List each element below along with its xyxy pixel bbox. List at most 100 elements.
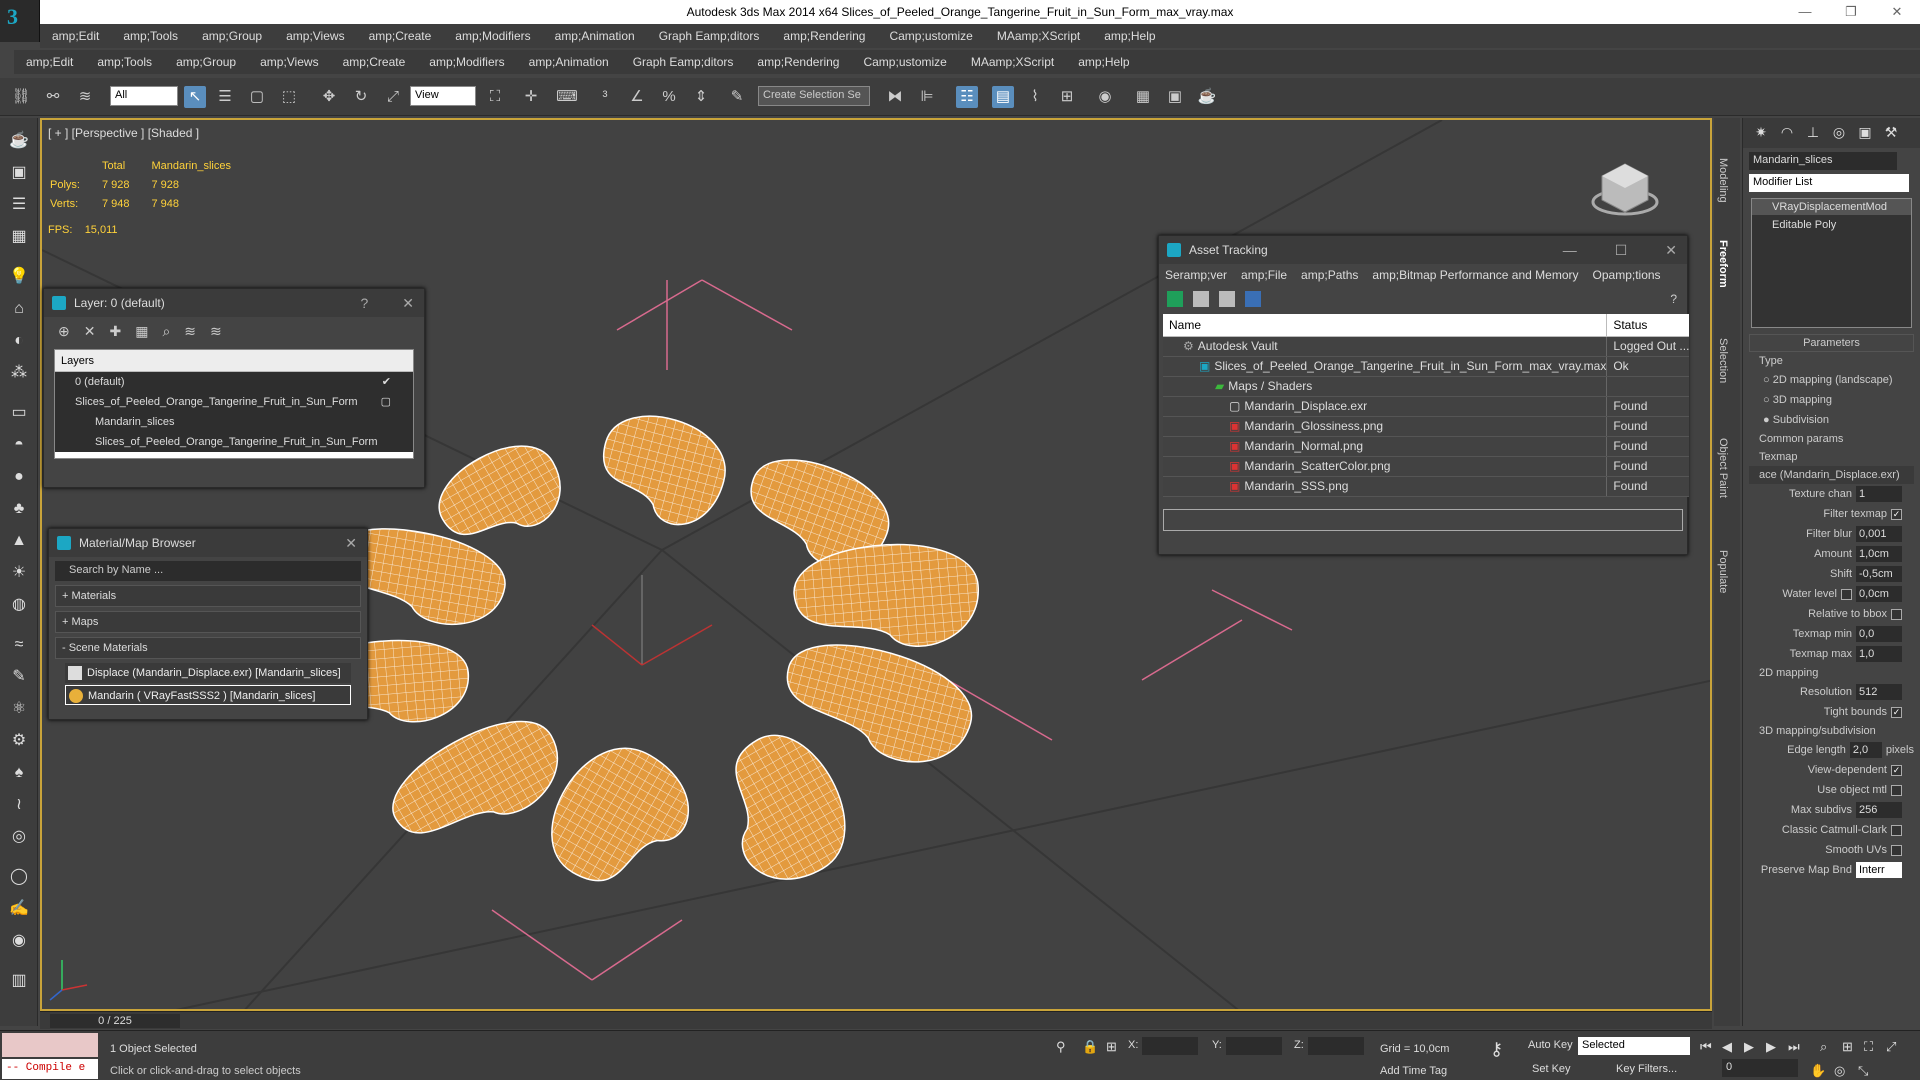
filter-texmap-checkbox[interactable]: ✓ — [1891, 508, 1902, 520]
sphere-icon[interactable]: ● — [8, 466, 30, 488]
asset-menu-item[interactable]: amp;Bitmap Performance and Memory — [1372, 268, 1578, 282]
modifier-list-dropdown[interactable]: Modifier List — [1749, 174, 1909, 192]
light-icon[interactable]: 💡 — [8, 266, 30, 288]
keyboard-shortcut-icon[interactable]: ⌨ — [556, 86, 578, 108]
lock-icon[interactable]: 🔒 — [1082, 1039, 1098, 1055]
zoom-all-icon[interactable]: ⊞ — [1842, 1039, 1853, 1055]
snap-toggle-icon[interactable]: ³ — [594, 86, 616, 108]
list-view-icon[interactable] — [1193, 291, 1209, 307]
menu-item[interactable]: amp;Edit — [14, 55, 85, 69]
menu-item[interactable]: amp;Modifiers — [443, 29, 542, 43]
asset-row[interactable]: ▢ Mandarin_Displace.exr Found — [1163, 396, 1690, 417]
menu-item[interactable]: amp;Views — [248, 55, 330, 69]
disc-icon[interactable]: ◍ — [8, 594, 30, 616]
maximize-viewport-icon[interactable]: ⤡ — [1858, 1063, 1868, 1079]
set-key-button[interactable]: Set Key — [1532, 1063, 1571, 1075]
menu-item[interactable]: Camp;ustomize — [877, 29, 984, 43]
select-object-icon[interactable]: ↖ — [184, 86, 206, 108]
pan-icon[interactable]: ✋ — [1810, 1063, 1826, 1079]
select-by-name-icon[interactable]: ☰ — [214, 86, 236, 108]
shell-icon[interactable]: ◎ — [8, 826, 30, 848]
asset-row[interactable]: ▣ Slices_of_Peeled_Orange_Tangerine_Fruit… — [1163, 356, 1690, 377]
menu-item[interactable]: Camp;ustomize — [851, 55, 958, 69]
menu-item[interactable]: Graph Eamp;ditors — [621, 55, 746, 69]
paint-icon[interactable]: ✎ — [8, 666, 30, 688]
asset-menu-item[interactable]: amp;File — [1241, 268, 1287, 282]
gear-icon[interactable]: ⚙ — [8, 730, 30, 752]
modify-tab-icon[interactable]: ◠ — [1777, 122, 1797, 142]
cone-icon[interactable]: ▲ — [8, 530, 30, 552]
texture-chan-spinner[interactable]: 1 — [1856, 486, 1902, 502]
zoom-extents-icon[interactable]: ⛶ — [1864, 1039, 1873, 1055]
y-coordinate-input[interactable] — [1226, 1037, 1282, 1055]
texmap-button[interactable]: ace (Mandarin_Displace.exr) — [1749, 466, 1914, 484]
add-to-layer-icon[interactable]: ✚ — [109, 323, 121, 340]
mirror-icon[interactable]: ⧓ — [884, 86, 906, 108]
catmull-clark-checkbox[interactable] — [1891, 824, 1902, 836]
scale-icon[interactable]: ⤢ — [382, 86, 404, 108]
absolute-mode-icon[interactable]: ⊞ — [1106, 1039, 1117, 1055]
key-icon[interactable]: ⚷ — [1490, 1039, 1503, 1060]
selection-filter-dropdown[interactable]: All — [110, 86, 178, 106]
material-editor-icon[interactable]: ◉ — [1094, 86, 1116, 108]
menu-item[interactable]: amp;Create — [331, 55, 418, 69]
isolate-icon[interactable]: ⚲ — [1056, 1039, 1066, 1055]
zoom-icon[interactable]: ⌕ — [1820, 1039, 1827, 1055]
select-layer-icon[interactable]: ▦ — [135, 323, 148, 340]
hierarchy-tab-icon[interactable]: ⊥ — [1803, 122, 1823, 142]
smooth-uvs-checkbox[interactable] — [1891, 844, 1902, 856]
active-layer-check-icon[interactable]: ✔ — [382, 372, 391, 392]
move-icon[interactable]: ✥ — [318, 86, 340, 108]
filter-blur-spinner[interactable]: 0,001 — [1856, 526, 1902, 542]
menu-item[interactable]: amp;Rendering — [745, 55, 851, 69]
fur-icon[interactable]: ♣ — [8, 498, 30, 520]
teapot-icon[interactable]: ☕ — [8, 130, 30, 152]
stack-item-vraydisplacement[interactable]: VRayDisplacementMod — [1752, 199, 1911, 215]
go-to-start-icon[interactable]: ⏮ — [1700, 1039, 1712, 1055]
layer-panel-close-icon[interactable]: ✕ — [402, 295, 414, 312]
current-frame-input[interactable]: 0 — [1722, 1059, 1798, 1077]
pivot-icon[interactable]: ⛶ — [484, 86, 506, 108]
helper-icon[interactable]: ◐ — [8, 330, 30, 352]
sun-icon[interactable]: ☀ — [8, 562, 30, 584]
viewport-label[interactable]: [ + ] [Perspective ] [Shaded ] — [48, 126, 199, 140]
max-subdivs-spinner[interactable]: 256 — [1856, 802, 1902, 818]
object-paint-tab[interactable]: Object Paint — [1717, 438, 1729, 498]
atom-icon[interactable]: ⚛ — [8, 698, 30, 720]
named-selection-set-dropdown[interactable]: Create Selection Se — [758, 86, 870, 106]
menu-item[interactable]: amp;Animation — [517, 55, 621, 69]
menu-item[interactable]: MAamp;XScript — [985, 29, 1092, 43]
asset-help-icon[interactable]: ? — [1670, 292, 1677, 306]
amount-spinner[interactable]: 1,0cm — [1856, 546, 1902, 562]
go-to-end-icon[interactable]: ⏭ — [1788, 1039, 1800, 1055]
graphite-ribbon-icon[interactable]: ▤ — [992, 86, 1014, 108]
materials-section[interactable]: + Materials — [55, 585, 361, 607]
maxscript-listener[interactable] — [2, 1033, 98, 1057]
layer-panel-header[interactable]: Layer: 0 (default) ? ✕ — [44, 289, 424, 317]
menu-item[interactable]: amp;Group — [190, 29, 274, 43]
name-column-header[interactable]: Name — [1163, 314, 1607, 337]
menu-item[interactable]: amp;Views — [274, 29, 356, 43]
use-object-mtl-checkbox[interactable] — [1891, 784, 1902, 796]
reference-coord-dropdown[interactable]: View — [410, 86, 476, 106]
modeling-tab[interactable]: Modeling — [1717, 158, 1729, 203]
asset-path-field[interactable] — [1163, 508, 1683, 531]
asset-row[interactable]: ⚙ Autodesk Vault Logged Out ... — [1163, 336, 1690, 357]
layers-column-header[interactable]: Layers — [55, 350, 413, 372]
dome-icon[interactable]: ◓ — [8, 434, 30, 456]
wave-icon[interactable]: ≈ — [8, 634, 30, 656]
motion-tab-icon[interactable]: ◎ — [1829, 122, 1849, 142]
layer-row-default[interactable]: 0 (default) ✔ — [55, 372, 413, 392]
asset-close-icon[interactable]: ✕ — [1665, 242, 1677, 259]
material-item-displace[interactable]: Displace (Mandarin_Displace.exr) [Mandar… — [65, 663, 351, 683]
layer-row-slices-child[interactable]: Slices_of_Peeled_Orange_Tangerine_Fruit_… — [55, 432, 413, 452]
maxscript-output[interactable]: -- Compile e — [2, 1059, 98, 1079]
menu-item[interactable]: Graph Eamp;ditors — [647, 29, 772, 43]
hide-layers-icon[interactable]: ≋ — [184, 323, 196, 340]
detail-view-icon[interactable] — [1219, 291, 1235, 307]
tight-bounds-checkbox[interactable]: ✓ — [1891, 706, 1902, 718]
delete-layer-icon[interactable]: ✕ — [84, 323, 96, 340]
highlight-layer-icon[interactable]: ⌕ — [162, 323, 170, 340]
particles-icon[interactable]: ⁂ — [8, 362, 30, 384]
status-column-header[interactable]: Status — [1606, 314, 1690, 337]
